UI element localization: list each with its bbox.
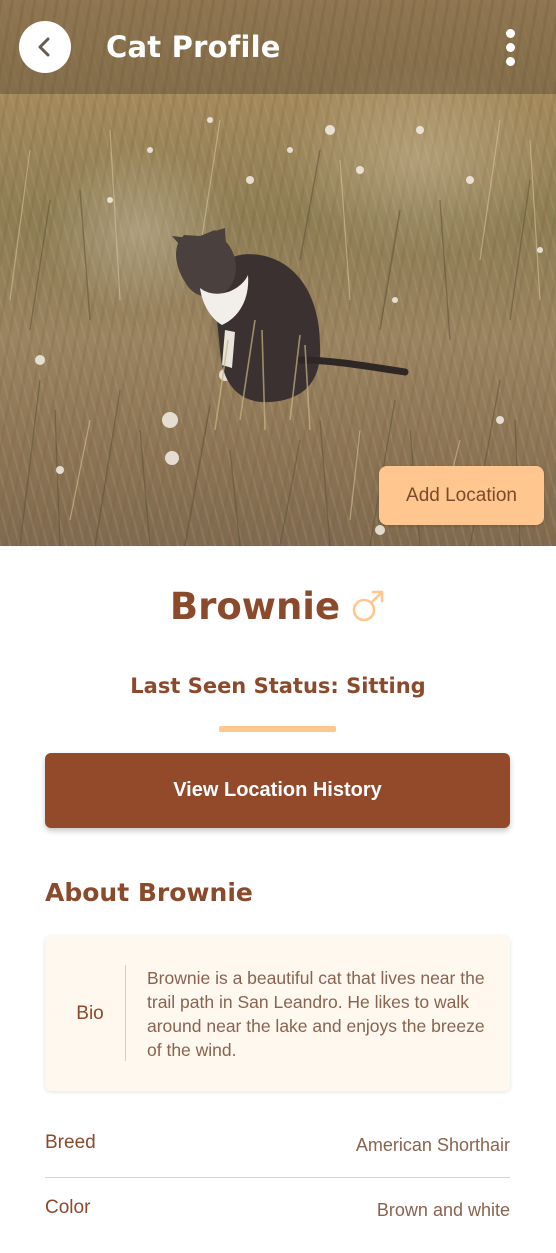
add-location-button[interactable]: Add Location [379, 466, 544, 525]
detail-value: Brown and white [376, 1200, 510, 1220]
detail-row-breed: Breed American Shorthair [45, 1132, 510, 1188]
more-options-button[interactable] [496, 26, 524, 68]
accent-divider [219, 726, 336, 732]
detail-label: Breed [45, 1132, 96, 1153]
cat-name-row: Brownie [0, 578, 556, 634]
cat-name: Brownie [169, 584, 341, 628]
view-location-history-button[interactable]: View Location History [45, 753, 510, 828]
bio-text: Brownie is a beautiful cat that lives ne… [147, 968, 485, 1060]
cat-photo: Cat Profile Add Location [0, 0, 556, 546]
more-vertical-icon [505, 28, 515, 38]
detail-value: American Shorthair [355, 1135, 510, 1155]
detail-label: Color [45, 1197, 91, 1218]
male-icon [350, 588, 386, 624]
chevron-left-icon [38, 37, 50, 57]
bio-card: Bio Brownie is a beautiful cat that live… [45, 936, 510, 1091]
row-divider [45, 1177, 510, 1178]
about-section-title: About Brownie [45, 878, 253, 907]
detail-row-color: Color Brown and white [45, 1197, 510, 1253]
page-title: Cat Profile [106, 30, 281, 64]
last-seen-status: Last Seen Status: Sitting [130, 674, 426, 698]
back-button[interactable] [19, 21, 71, 73]
bio-label: Bio [76, 1002, 104, 1024]
cat-figure [172, 228, 409, 403]
bio-divider [125, 965, 126, 1061]
